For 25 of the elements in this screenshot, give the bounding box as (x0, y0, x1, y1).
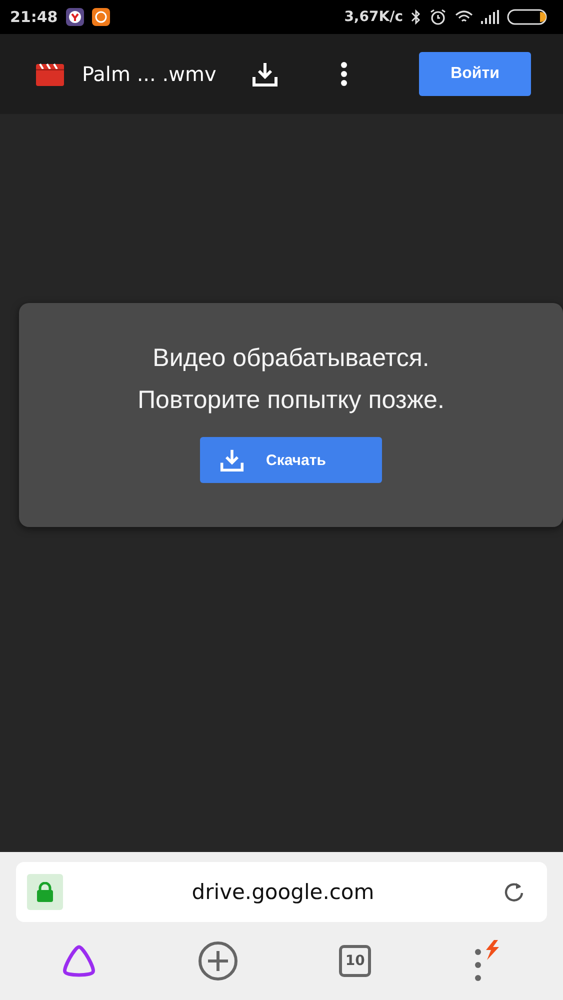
lock-icon (27, 874, 63, 910)
network-speed: 3,67K/c (344, 9, 403, 25)
browser-app-icon (66, 8, 84, 26)
alarm-icon (429, 8, 447, 26)
clock: 21:48 (10, 8, 58, 26)
tab-count[interactable]: 10 (339, 945, 372, 977)
signal-icon (481, 10, 499, 24)
message-text: Видео обрабатывается. (152, 343, 430, 374)
bluetooth-icon (411, 9, 421, 25)
video-file-icon (36, 62, 64, 86)
message-text: Повторите попытку позже. (138, 385, 444, 416)
app-icon (92, 8, 110, 26)
download-button[interactable]: Скачать (200, 437, 382, 483)
file-name: Palm ... .wmv (82, 62, 218, 86)
assistant-icon[interactable] (60, 944, 97, 978)
battery-icon (507, 9, 547, 25)
download-icon[interactable] (252, 61, 278, 87)
new-tab-icon[interactable] (198, 941, 238, 981)
download-icon (220, 448, 244, 472)
sign-in-button[interactable]: Войти (419, 52, 531, 96)
address-bar[interactable]: drive.google.com (16, 862, 547, 922)
more-options-icon[interactable] (340, 61, 348, 87)
url-text: drive.google.com (190, 880, 376, 904)
wifi-icon (455, 10, 473, 24)
reload-icon[interactable] (503, 881, 525, 903)
